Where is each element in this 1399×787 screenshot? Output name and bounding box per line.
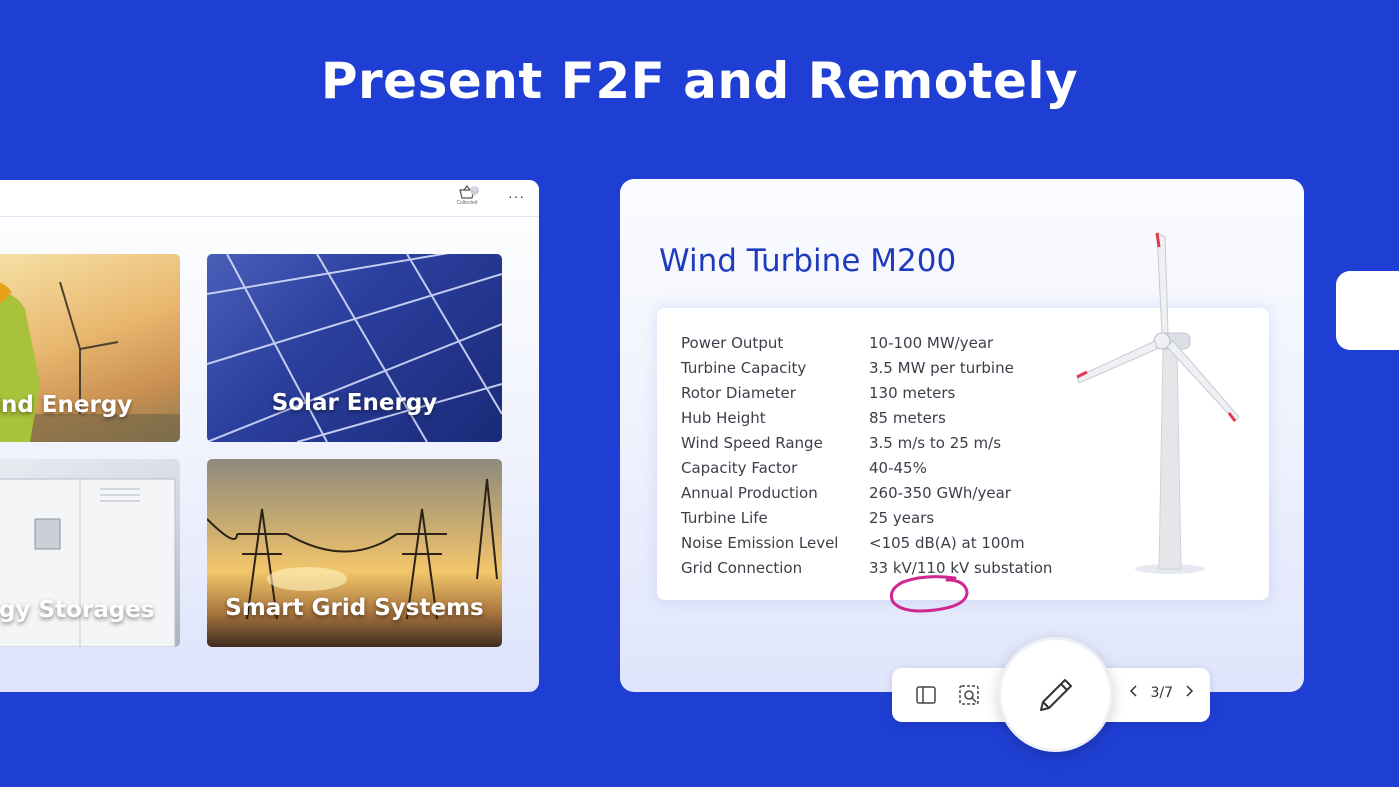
tile-label: Solar Energy <box>271 390 438 416</box>
spec-key: Hub Height <box>681 408 766 427</box>
spec-row: Noise Emission Level <105 dB(A) at 100m <box>681 530 1052 555</box>
spec-value: 85 meters <box>869 408 946 427</box>
spec-value: 25 years <box>869 508 935 527</box>
spec-row: Capacity Factor 40-45% <box>681 455 1052 480</box>
wind-turbine-illustration-icon <box>1076 232 1240 574</box>
collected-button[interactable]: 0 Collected <box>452 185 482 213</box>
chevron-right-icon[interactable] <box>1183 684 1195 702</box>
side-panel-tab[interactable] <box>1336 271 1399 350</box>
spec-key: Turbine Life <box>681 508 768 527</box>
tile-label: Wind Energy <box>0 392 133 418</box>
page-indicator: 3/7 <box>1150 685 1173 701</box>
spec-row: Turbine Capacity 3.5 MW per turbine <box>681 355 1052 380</box>
spec-row: Wind Speed Range 3.5 m/s to 25 m/s <box>681 430 1052 455</box>
chevron-left-icon[interactable] <box>1128 684 1140 702</box>
spec-key: Grid Connection <box>681 558 803 577</box>
spec-value: 10-100 MW/year <box>869 333 994 352</box>
spec-key: Annual Production <box>681 483 818 502</box>
spec-key: Noise Emission Level <box>681 533 839 552</box>
app-topbar: 0 Collected ··· <box>0 180 539 217</box>
spec-value: 260-350 GWh/year <box>869 483 1011 502</box>
spec-key: Turbine Capacity <box>681 358 807 377</box>
spec-row: Grid Connection 33 kV/110 kV substation <box>681 555 1052 580</box>
pen-icon <box>1040 679 1072 711</box>
circle-annotation-icon <box>889 575 969 613</box>
spec-value: 40-45% <box>869 458 927 477</box>
spec-value: 3.5 MW per turbine <box>869 358 1014 377</box>
more-options-button[interactable]: ··· <box>508 188 525 204</box>
presentation-slide: Wind Turbine M200 Power Output 10-100 MW/… <box>620 179 1304 692</box>
spec-row: Turbine Life 25 years <box>681 505 1052 530</box>
sidebar-panel-icon[interactable] <box>914 683 938 707</box>
spec-key: Rotor Diameter <box>681 383 796 402</box>
spec-key: Power Output <box>681 333 784 352</box>
tile-solar-energy[interactable]: Solar Energy <box>207 254 502 442</box>
spec-row: Annual Production 260-350 GWh/year <box>681 480 1052 505</box>
spec-value: 3.5 m/s to 25 m/s <box>869 433 1002 452</box>
slide-title: Wind Turbine M200 <box>659 243 957 279</box>
app-window: 0 Collected ··· Wind Energy <box>0 180 539 692</box>
collected-count-badge: 0 <box>470 186 479 195</box>
pen-tool-button[interactable] <box>998 637 1113 752</box>
page-navigator: 3/7 <box>1128 684 1195 702</box>
collected-label: Collected <box>456 200 478 206</box>
tile-wind-energy[interactable]: Wind Energy <box>0 254 180 442</box>
tile-label: Energy Storages <box>0 597 155 623</box>
zoom-region-icon[interactable] <box>957 683 981 707</box>
spec-row: Rotor Diameter 130 meters <box>681 380 1052 405</box>
tile-label: Smart Grid Systems <box>225 595 484 621</box>
spec-key: Wind Speed Range <box>681 433 823 452</box>
spec-value: 130 meters <box>869 383 956 402</box>
tile-smart-grid-systems[interactable]: Smart Grid Systems <box>207 459 502 647</box>
spec-table: Power Output 10-100 MW/year Turbine Capaci… <box>681 330 1052 580</box>
tile-energy-storages[interactable]: Energy Storages <box>0 459 180 647</box>
spec-key: Capacity Factor <box>681 458 798 477</box>
spec-row: Hub Height 85 meters <box>681 405 1052 430</box>
spec-value: <105 dB(A) at 100m <box>869 533 1025 552</box>
spec-row: Power Output 10-100 MW/year <box>681 330 1052 355</box>
page-headline: Present F2F and Remotely <box>320 52 1079 110</box>
